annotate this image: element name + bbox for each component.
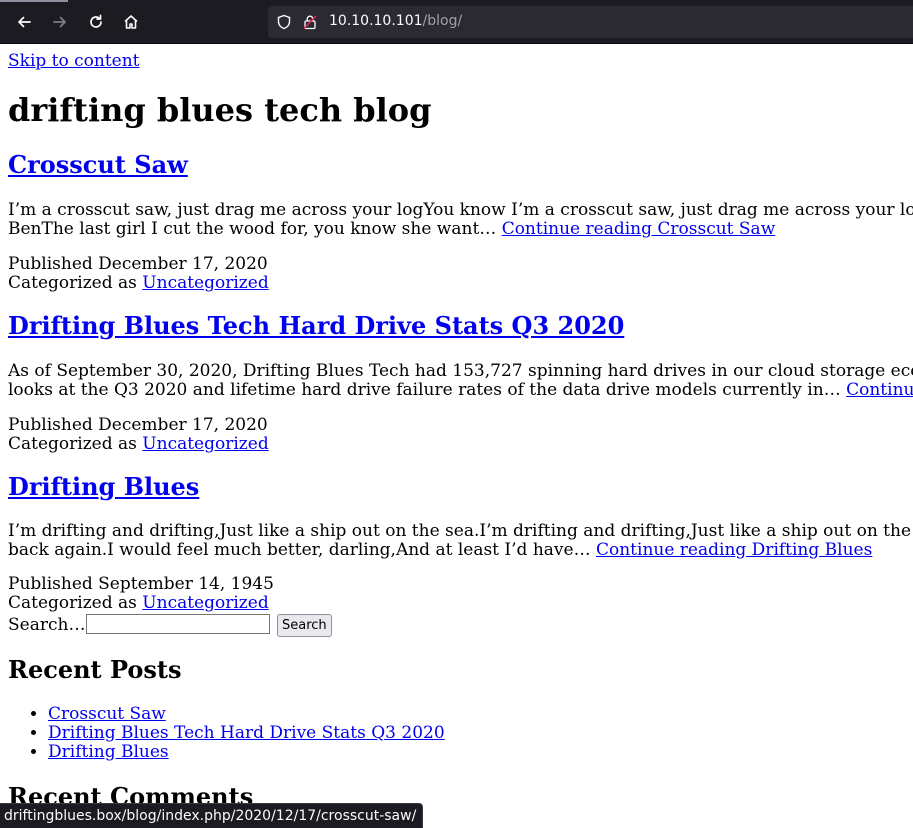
recent-posts-heading: Recent Posts bbox=[8, 655, 182, 684]
excerpt-line: I’m drifting and drifting,Just like a sh… bbox=[8, 521, 913, 541]
home-button[interactable] bbox=[117, 8, 145, 36]
category-link[interactable]: Uncategorized bbox=[142, 593, 268, 613]
browser-toolbar: 10.10.10.101/blog/ bbox=[0, 0, 913, 44]
excerpt-line: I’m a crosscut saw, just drag me across … bbox=[8, 200, 913, 220]
recent-post-link[interactable]: Drifting Blues bbox=[48, 742, 169, 762]
url-path: /blog/ bbox=[422, 13, 463, 29]
category-link[interactable]: Uncategorized bbox=[142, 434, 268, 454]
skip-to-content-link[interactable]: Skip to content bbox=[8, 51, 140, 71]
search-button[interactable]: Search bbox=[277, 614, 332, 637]
reload-icon bbox=[90, 14, 102, 28]
address-bar[interactable]: 10.10.10.101/blog/ bbox=[268, 6, 913, 38]
url-text[interactable]: 10.10.10.101/blog/ bbox=[329, 13, 462, 29]
recent-post-link[interactable]: Crosscut Saw bbox=[48, 704, 166, 724]
category-prefix: Categorized as bbox=[8, 434, 143, 454]
list-item: Drifting Blues bbox=[48, 743, 445, 762]
post-title-link[interactable]: Drifting Blues bbox=[8, 472, 199, 501]
back-icon bbox=[18, 16, 31, 28]
post-excerpt: As of September 30, 2020, Drifting Blues… bbox=[8, 362, 913, 400]
post-meta: Published September 14, 1945 Categorized… bbox=[8, 575, 274, 613]
link-status-bar: driftingblues.box/blog/index.php/2020/12… bbox=[0, 803, 424, 828]
post-title-link[interactable]: Crosscut Saw bbox=[8, 150, 188, 179]
site-title[interactable]: drifting blues tech blog bbox=[8, 90, 431, 130]
continue-reading-link[interactable]: Continue reading Drifting Blues bbox=[596, 540, 872, 560]
category-prefix: Categorized as bbox=[8, 593, 143, 613]
insecure-lock-icon[interactable] bbox=[302, 14, 318, 30]
excerpt-line: looks at the Q3 2020 and lifetime hard d… bbox=[8, 380, 847, 400]
continue-reading-link[interactable]: Continue read bbox=[846, 380, 913, 400]
reload-button[interactable] bbox=[82, 8, 110, 36]
post-category: Categorized as Uncategorized bbox=[8, 274, 269, 293]
forward-icon bbox=[53, 16, 66, 28]
home-icon bbox=[124, 15, 138, 29]
tab-edge bbox=[0, 0, 68, 2]
excerpt-line: As of September 30, 2020, Drifting Blues… bbox=[8, 361, 913, 381]
list-item: Drifting Blues Tech Hard Drive Stats Q3 … bbox=[48, 724, 445, 743]
list-item: Crosscut Saw bbox=[48, 705, 445, 724]
category-prefix: Categorized as bbox=[8, 273, 143, 293]
post-title: Crosscut Saw bbox=[8, 150, 188, 180]
post-excerpt: I’m a crosscut saw, just drag me across … bbox=[8, 201, 913, 239]
search-input[interactable] bbox=[86, 614, 270, 634]
shield-icon[interactable] bbox=[276, 14, 292, 30]
continue-reading-link[interactable]: Continue reading Crosscut Saw bbox=[502, 219, 776, 239]
recent-posts-list: Crosscut Saw Drifting Blues Tech Hard Dr… bbox=[8, 705, 445, 762]
excerpt-line: BenThe last girl I cut the wood for, you… bbox=[8, 219, 502, 239]
search-label: Search… bbox=[8, 615, 86, 635]
post-title: Drifting Blues Tech Hard Drive Stats Q3 … bbox=[8, 311, 624, 341]
post-category: Categorized as Uncategorized bbox=[8, 435, 269, 454]
post-date: Published December 17, 2020 bbox=[8, 254, 268, 274]
post-category: Categorized as Uncategorized bbox=[8, 594, 274, 613]
url-host: 10.10.10.101 bbox=[329, 13, 423, 29]
forward-button[interactable] bbox=[46, 8, 74, 36]
back-button[interactable] bbox=[10, 8, 38, 36]
post-title-link[interactable]: Drifting Blues Tech Hard Drive Stats Q3 … bbox=[8, 311, 624, 340]
post-date: Published December 17, 2020 bbox=[8, 415, 268, 435]
recent-post-link[interactable]: Drifting Blues Tech Hard Drive Stats Q3 … bbox=[48, 723, 445, 743]
page-viewport: Skip to content drifting blues tech blog… bbox=[0, 44, 913, 827]
category-link[interactable]: Uncategorized bbox=[142, 273, 268, 293]
post-meta: Published December 17, 2020 Categorized … bbox=[8, 255, 269, 293]
post-excerpt: I’m drifting and drifting,Just like a sh… bbox=[8, 522, 913, 560]
post-date: Published September 14, 1945 bbox=[8, 574, 274, 594]
post-title: Drifting Blues bbox=[8, 472, 199, 502]
post-meta: Published December 17, 2020 Categorized … bbox=[8, 416, 269, 454]
excerpt-line: back again.I would feel much better, dar… bbox=[8, 540, 596, 560]
